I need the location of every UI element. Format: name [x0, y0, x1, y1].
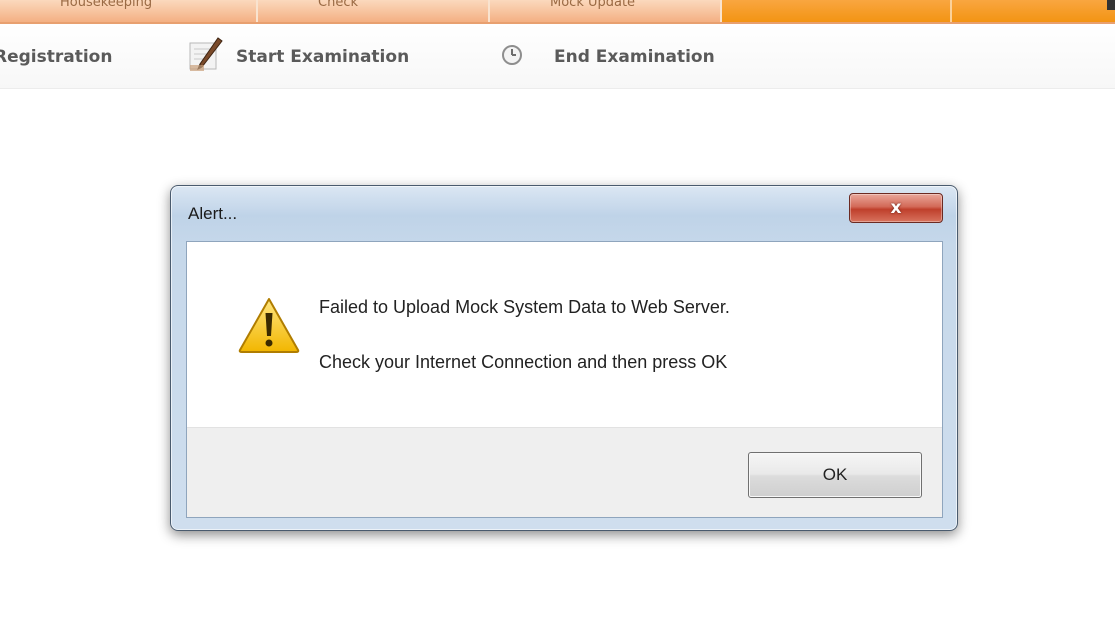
end-examination-label: End Examination	[554, 47, 715, 67]
close-button[interactable]: x	[849, 193, 943, 223]
dialog-message-line2: Check your Internet Connection and then …	[319, 352, 728, 372]
tab-check[interactable]: Check	[258, 0, 490, 22]
dialog-body: Failed to Upload Mock System Data to Web…	[186, 241, 943, 518]
dialog-message-line1: Failed to Upload Mock System Data to Web…	[319, 297, 730, 317]
close-icon: x	[890, 198, 902, 218]
end-examination-button[interactable]: End Examination	[500, 42, 715, 72]
registration-button[interactable]: Registration	[0, 42, 112, 72]
ok-button[interactable]: OK	[748, 452, 922, 498]
tab-mock-update[interactable]: Mock Update	[490, 0, 722, 22]
tab-active-2[interactable]	[952, 0, 1115, 22]
top-tab-strip: Housekeeping Check Mock Update	[0, 0, 1115, 24]
dialog-footer: OK	[187, 427, 942, 517]
registration-label: Registration	[0, 47, 113, 67]
alert-dialog: Alert... x Failed to Upload Mock System …	[170, 185, 958, 531]
dialog-title: Alert...	[188, 204, 238, 223]
start-examination-label: Start Examination	[236, 47, 410, 67]
pen-paper-icon	[188, 37, 226, 77]
clock-icon	[500, 43, 524, 71]
toolbar: Registration Start Examination End Exami	[0, 24, 1115, 89]
start-examination-button[interactable]: Start Examination	[188, 37, 410, 72]
dialog-message-area: Failed to Upload Mock System Data to Web…	[187, 242, 942, 427]
tab-housekeeping[interactable]: Housekeeping	[0, 0, 258, 22]
tab-active-1[interactable]	[722, 0, 952, 22]
window-corner-mark	[1107, 0, 1115, 10]
warning-icon	[237, 296, 301, 358]
